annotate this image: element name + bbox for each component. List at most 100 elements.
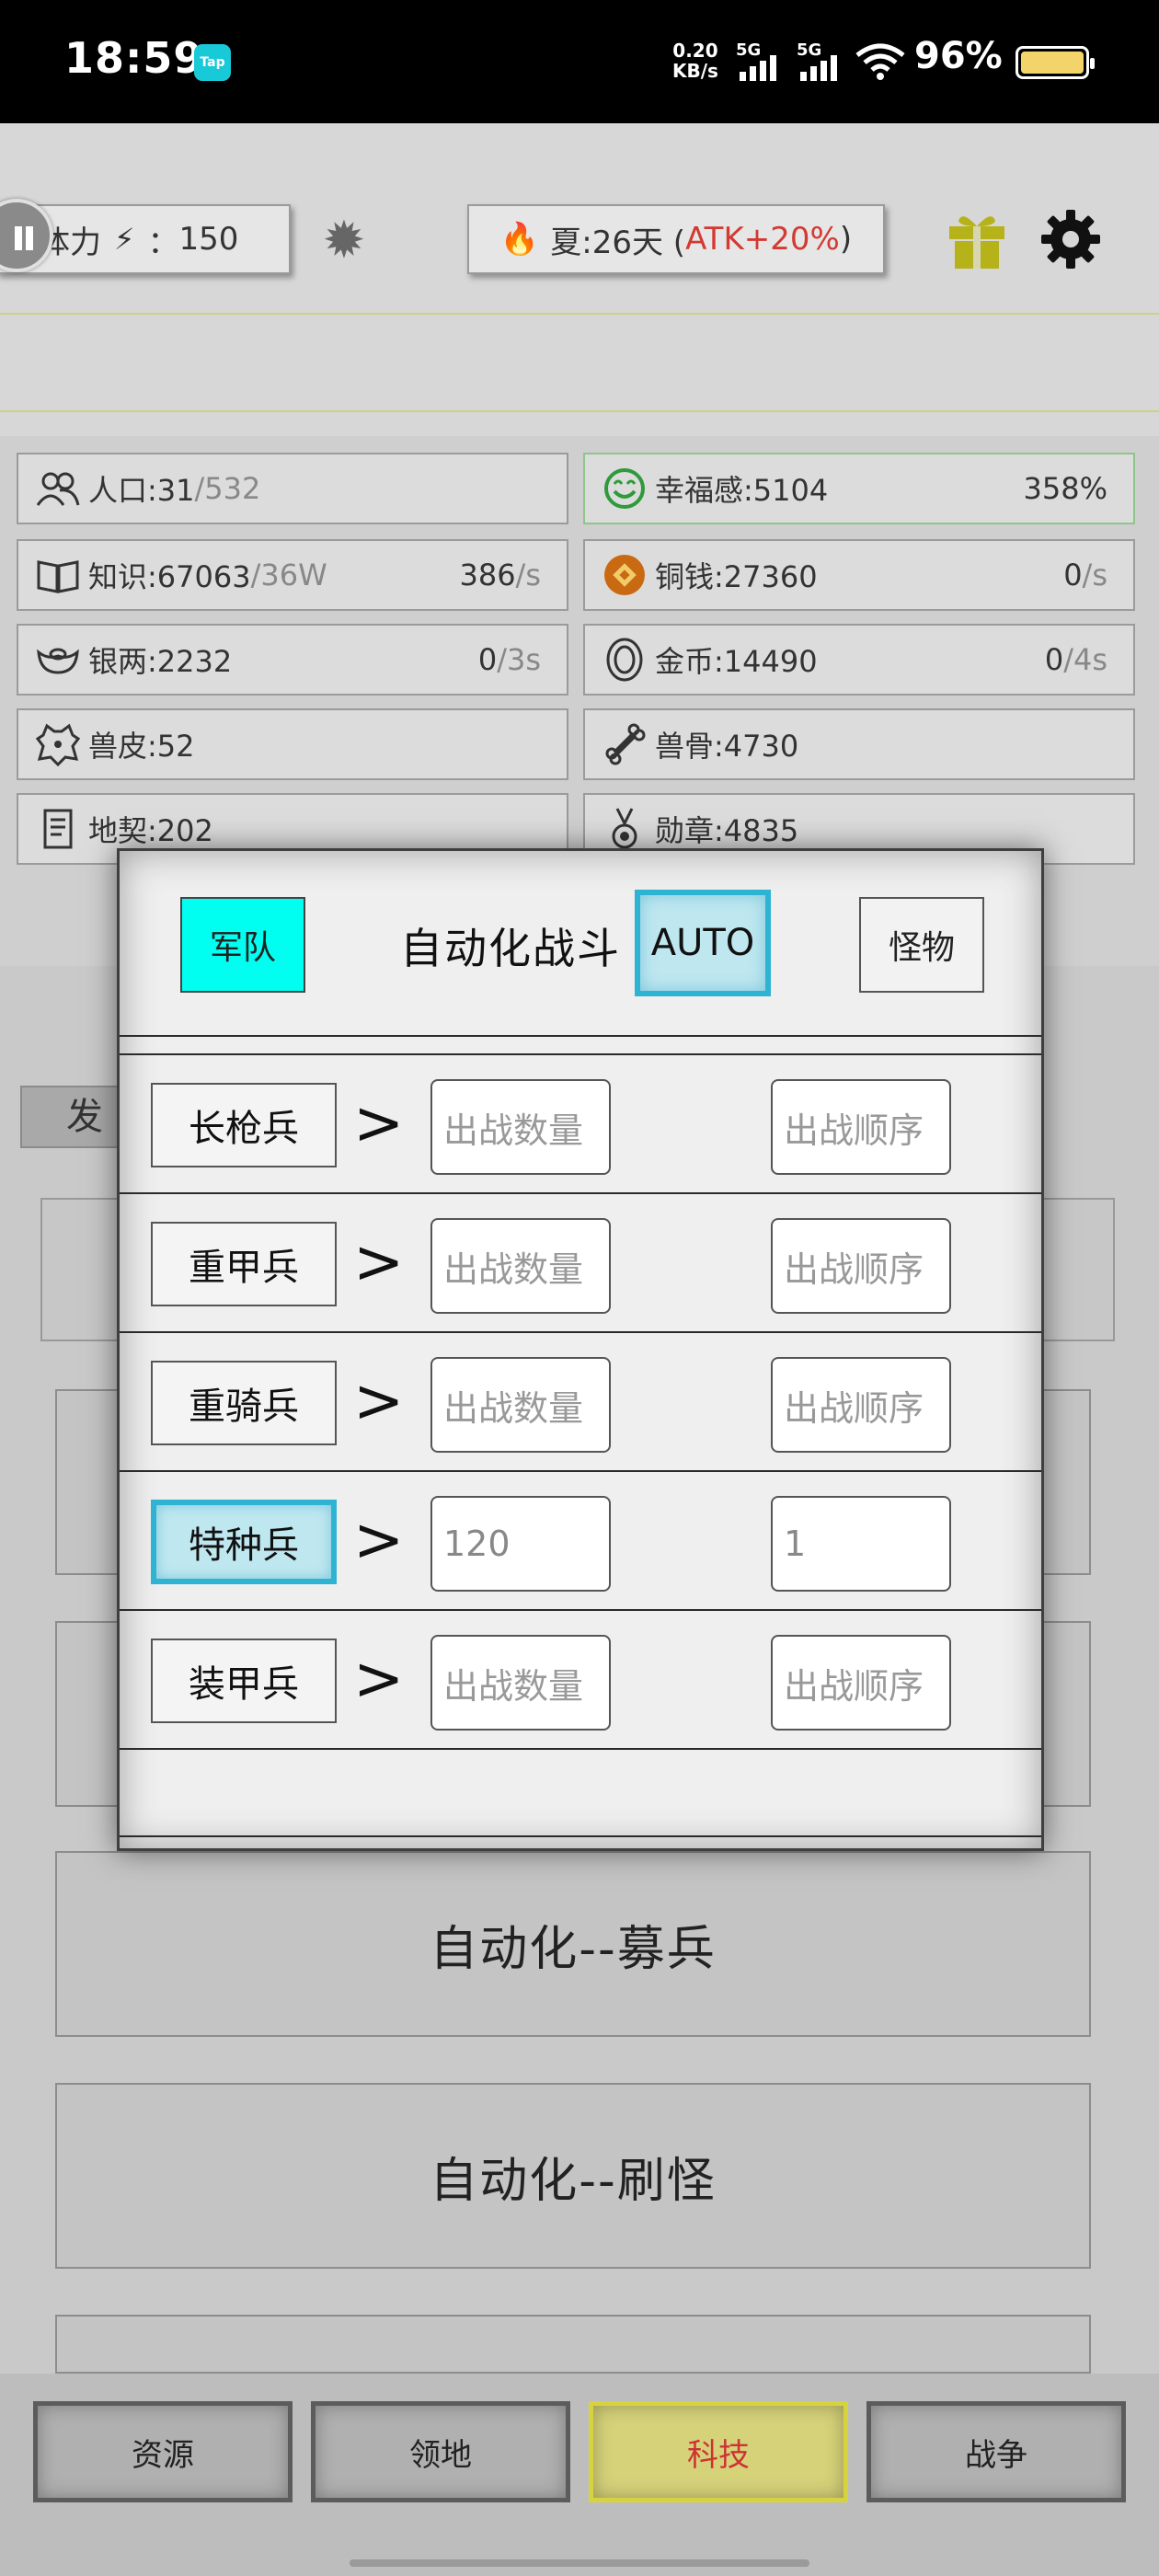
unit-list[interactable]: 长枪兵 > 出战数量 出战顺序 重甲兵 > 出战数量 出战顺序 重骑兵 > 出战数量 出战顺序 特种兵 >… — [120, 1055, 1041, 1758]
unit-select-button[interactable]: 装甲兵 — [151, 1639, 337, 1723]
resource-label: 兽骨:4730 — [655, 729, 799, 764]
contract-icon — [35, 806, 81, 852]
monster-tab-button[interactable]: 怪物 — [859, 897, 984, 993]
signal-icon: 5G — [736, 40, 786, 81]
auto-battle-dialog: 军队 自动化战斗 AUTO 怪物 长枪兵 > 出战数量 出战顺序 重甲兵 > 出战数量 出战顺… — [117, 848, 1044, 1851]
unit-select-button[interactable]: 重骑兵 — [151, 1361, 337, 1445]
nav-war[interactable]: 战争 — [866, 2401, 1126, 2502]
smile-icon — [602, 466, 648, 512]
silver-ingot-icon — [35, 637, 81, 683]
bone-icon — [602, 721, 648, 767]
rate-unit: /s — [515, 558, 541, 592]
dialog-title: 自动化战斗 — [400, 924, 621, 973]
nav-label: 科技 — [687, 2436, 750, 2474]
deploy-order-input[interactable]: 出战顺序 — [771, 1635, 951, 1731]
deploy-quantity-input[interactable]: 出战数量 — [430, 1357, 611, 1453]
auto-monster-button[interactable]: 自动化--刷怪 — [55, 2083, 1091, 2269]
resource-label: 金币:14490 — [655, 644, 818, 679]
resource-beast-skin: 兽皮:52 — [17, 708, 568, 780]
resource-label: 地契:202 — [88, 813, 213, 848]
bg-block — [55, 2315, 1091, 2374]
sun-icon[interactable]: ✹ — [318, 215, 370, 267]
battery-icon — [1016, 46, 1095, 79]
rate-unit: /4s — [1063, 642, 1107, 677]
resource-population: 人口:31/532 — [17, 453, 568, 524]
chevron-right-icon: > — [353, 1365, 405, 1436]
dialog-header: 军队 自动化战斗 AUTO 怪物 — [120, 851, 1041, 1037]
bottom-navigation: 资源 领地 科技 战争 — [0, 2374, 1159, 2576]
beast-skin-icon — [35, 721, 81, 767]
army-tab-button[interactable]: 军队 — [180, 897, 305, 993]
resource-label: 知识:67063 — [88, 559, 251, 594]
resource-rate: 0/3s — [478, 642, 541, 677]
unit-row: 长枪兵 > 出战数量 出战顺序 — [120, 1055, 1041, 1194]
status-bar: 18:59 Tap 0.20 KB/s 5G 5G 96% — [0, 0, 1159, 123]
chevron-right-icon: > — [353, 1226, 405, 1297]
resource-label: 人口:31 — [88, 473, 195, 508]
nav-technology[interactable]: 科技 — [589, 2401, 848, 2502]
chevron-right-icon: > — [353, 1087, 405, 1158]
unit-select-button[interactable]: 重甲兵 — [151, 1222, 337, 1306]
resource-rate: 0/s — [1063, 558, 1107, 592]
resource-rate: 0/4s — [1045, 642, 1107, 677]
deploy-quantity-input[interactable]: 出战数量 — [430, 1218, 611, 1314]
gift-icon[interactable] — [944, 206, 1010, 272]
tap-app-badge-icon: Tap — [194, 44, 231, 81]
deploy-order-input[interactable]: 出战顺序 — [771, 1357, 951, 1453]
nav-label: 资源 — [132, 2436, 194, 2474]
resource-rate: 386/s — [459, 558, 541, 592]
nav-label: 领地 — [409, 2436, 472, 2474]
deploy-order-input[interactable]: 出战顺序 — [771, 1218, 951, 1314]
rate-value: 0 — [1044, 642, 1064, 677]
unit-row: 装甲兵 > 出战数量 出战顺序 — [120, 1611, 1041, 1750]
clock: 18:59 — [64, 33, 204, 83]
unit-select-button[interactable]: 长枪兵 — [151, 1083, 337, 1167]
rate-value: 386 — [459, 558, 516, 592]
settings-gear-icon[interactable] — [1039, 208, 1102, 270]
unit-row: 特种兵 >120 1 — [120, 1472, 1041, 1611]
nav-resources[interactable]: 资源 — [33, 2401, 293, 2502]
network-speed: 0.20 KB/s — [672, 40, 718, 81]
season-bonus: ATK+20% — [685, 221, 840, 258]
season-text: 夏:26天 ( — [550, 224, 686, 261]
wifi-icon — [855, 43, 905, 80]
resource-label: 铜钱:27360 — [655, 559, 818, 594]
auto-toggle-button[interactable]: AUTO — [635, 890, 771, 996]
deploy-quantity-input[interactable]: 出战数量 — [430, 1079, 611, 1175]
resource-label: 银两:2232 — [88, 644, 233, 679]
resource-rate: 358% — [1023, 471, 1107, 506]
rate-value: 0 — [1063, 558, 1083, 592]
divider — [0, 313, 1159, 315]
lightning-icon: ⚡ — [114, 222, 135, 257]
resource-copper: 铜钱:27360 0/s — [583, 539, 1135, 611]
resource-label: 勋章:4835 — [655, 813, 799, 848]
unit-row: 藤甲兵>出战数量出战顺序 — [120, 1750, 1041, 1758]
battery-percent: 96% — [914, 35, 1003, 77]
unit-select-button[interactable]: 特种兵 — [151, 1500, 337, 1584]
deploy-quantity-input[interactable]: 出战数量 — [430, 1635, 611, 1731]
rate-unit: /3s — [497, 642, 541, 677]
auto-recruit-label: 自动化--募兵 — [430, 1921, 717, 1977]
gold-coin-icon — [602, 637, 648, 683]
deploy-quantity-input[interactable]: 120 — [430, 1496, 611, 1592]
network-speed-value: 0.20 — [672, 40, 718, 62]
nav-territory[interactable]: 领地 — [311, 2401, 570, 2502]
divider — [120, 1835, 1041, 1837]
deploy-order-input[interactable]: 1 — [771, 1496, 951, 1592]
resource-label: 兽皮:52 — [88, 729, 195, 764]
auto-monster-label: 自动化--刷怪 — [430, 2153, 717, 2209]
book-icon — [35, 552, 81, 598]
auto-recruit-button[interactable]: 自动化--募兵 — [55, 1851, 1091, 2037]
network-speed-unit: KB/s — [672, 60, 718, 82]
medal-icon — [602, 806, 648, 852]
copper-coin-icon — [602, 552, 648, 598]
develop-tab-label: 发展 — [66, 1096, 103, 1138]
resource-happiness: 幸福感:5104 358% — [583, 453, 1135, 524]
stamina-separator: ： — [147, 224, 179, 261]
signal-icon: 5G — [797, 40, 846, 81]
resource-cap: /36W — [250, 558, 327, 592]
develop-tab[interactable]: 发展 — [20, 1086, 131, 1148]
home-indicator[interactable] — [350, 2559, 809, 2567]
resource-label: 幸福感:5104 — [655, 473, 829, 508]
deploy-order-input[interactable]: 出战顺序 — [771, 1079, 951, 1175]
